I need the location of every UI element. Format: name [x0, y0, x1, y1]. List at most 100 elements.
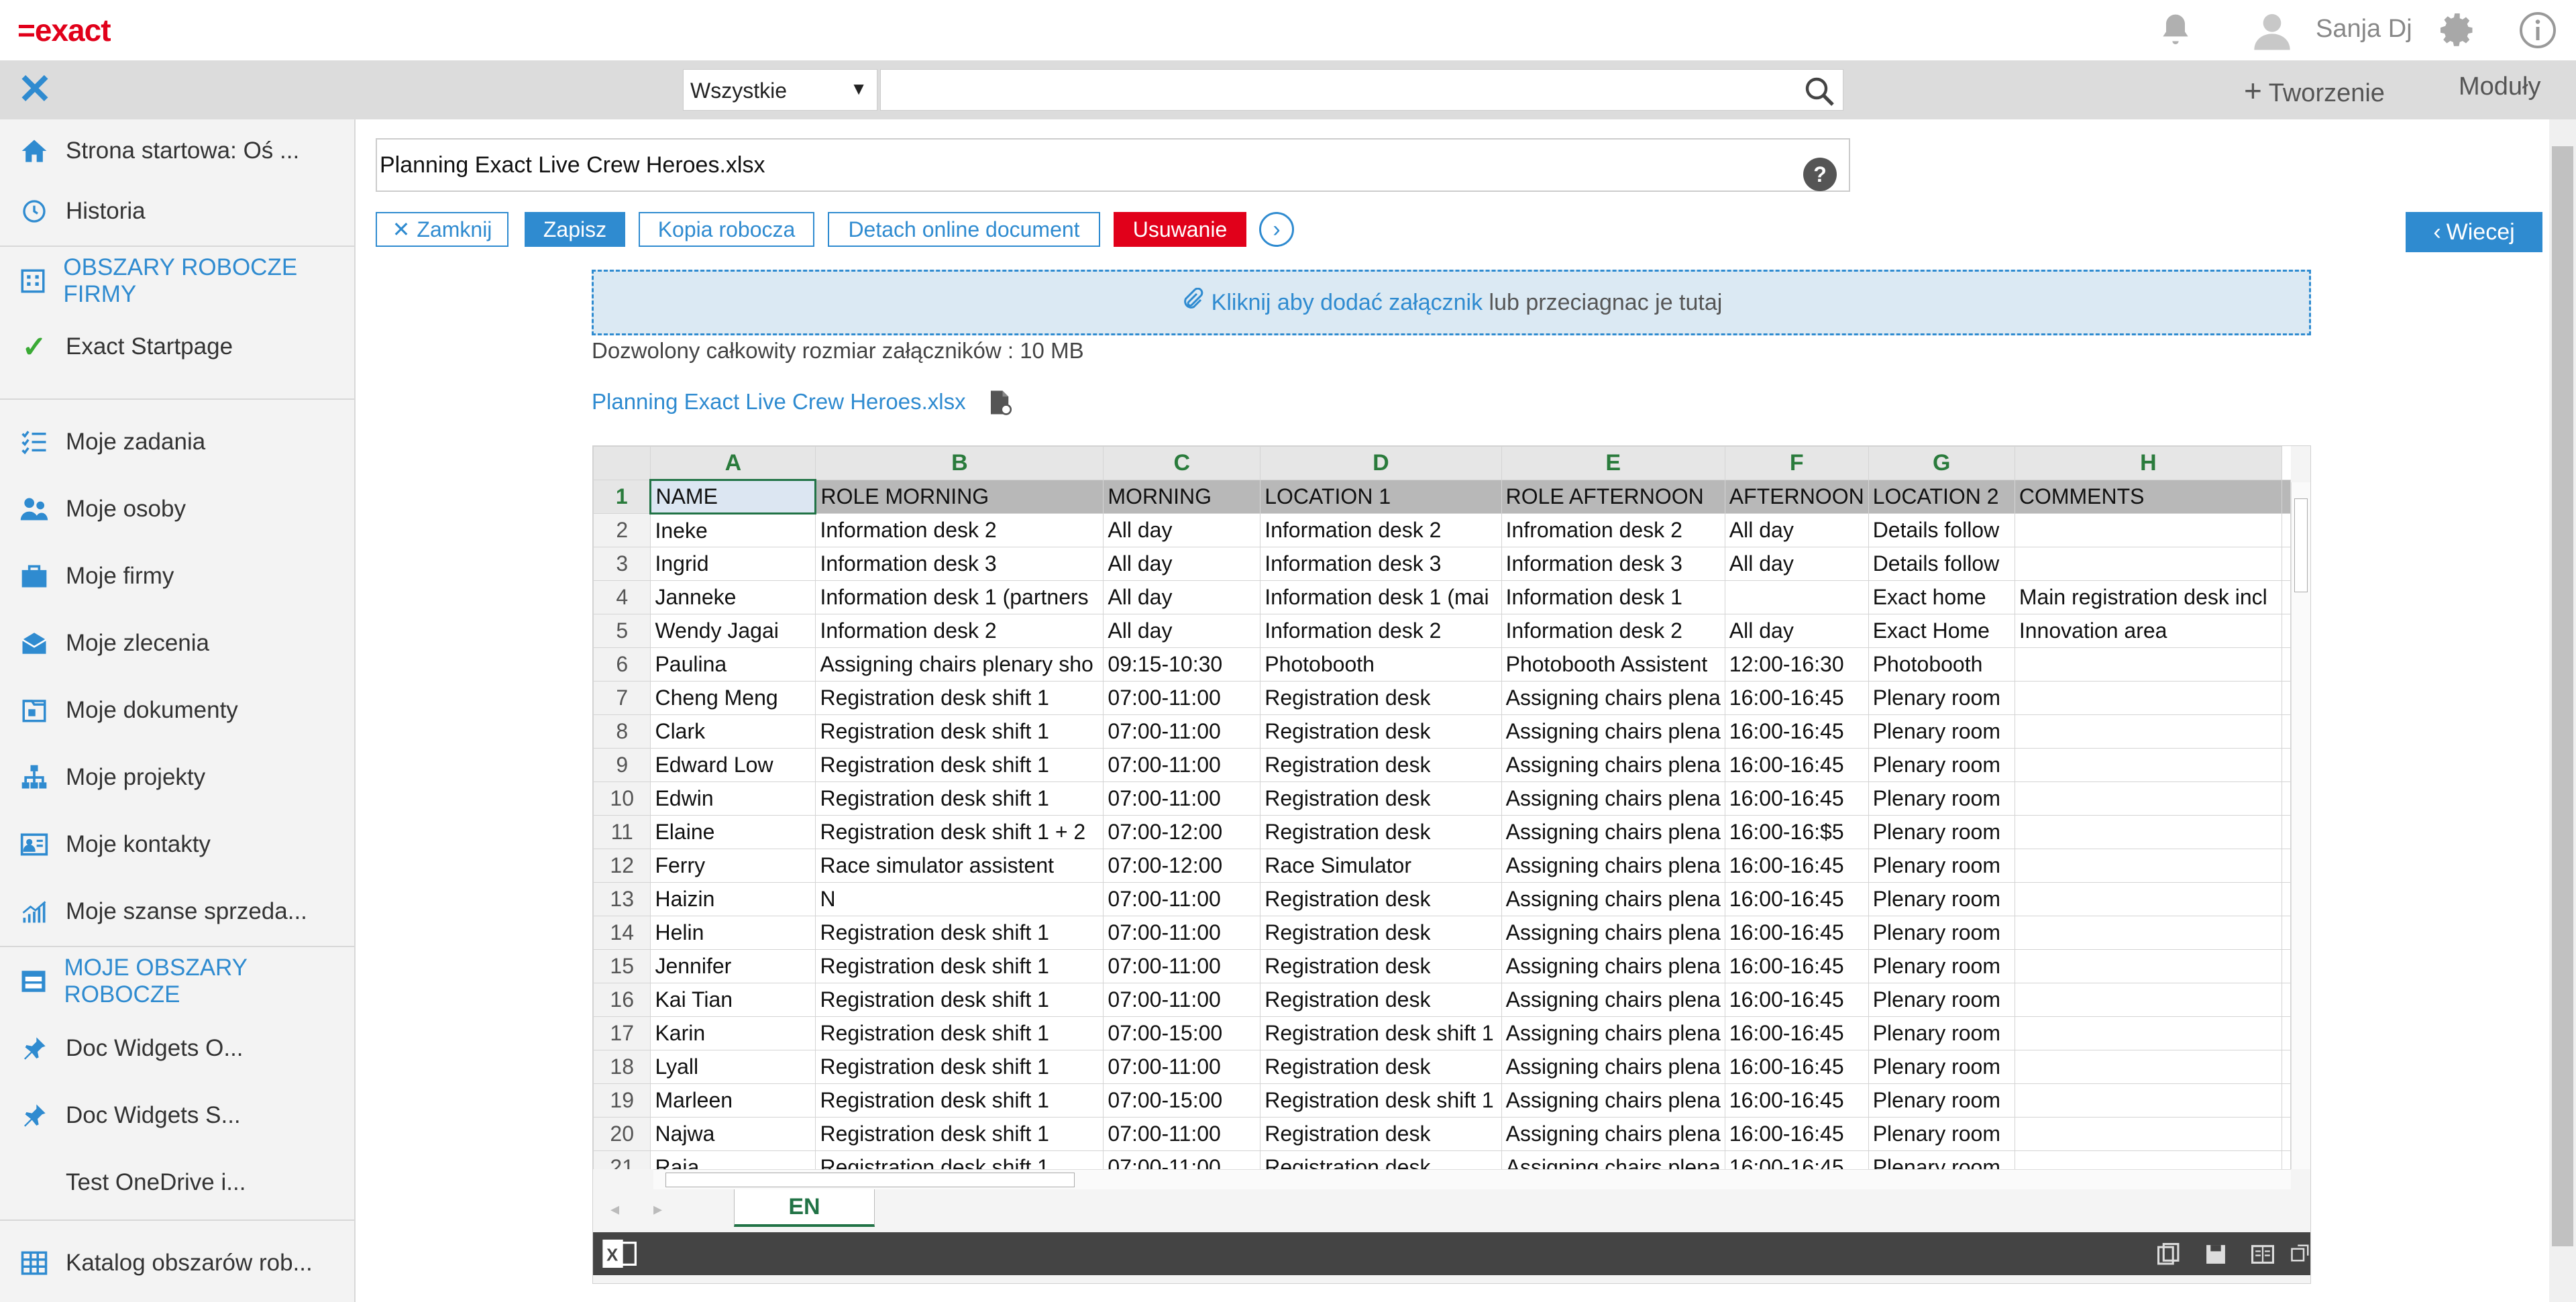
table-cell[interactable]: Registration desk	[1260, 781, 1502, 816]
sidebar-item-doc-widgets-s[interactable]: Doc Widgets S...	[0, 1085, 354, 1146]
table-cell[interactable]: Registration desk shift 1	[815, 916, 1104, 950]
table-cell-empty[interactable]	[2282, 781, 2291, 816]
table-cell[interactable]: LOCATION 1	[1260, 480, 1502, 514]
sidebar-item-exact-startpage[interactable]: ✓ Exact Startpage	[0, 317, 354, 377]
table-cell[interactable]: All day	[1103, 580, 1261, 614]
table-cell[interactable]: Raja	[650, 1150, 816, 1169]
spreadsheet-grid[interactable]: A B C D E F G H 1 NAME ROLE MORNING MORNING…	[593, 446, 2291, 1169]
table-cell-empty[interactable]	[2282, 983, 2291, 1017]
vertical-scrollbar[interactable]	[2291, 482, 2310, 1169]
row-header[interactable]: 14	[593, 916, 651, 950]
table-cell[interactable]: 16:00-16:45	[1724, 882, 1869, 916]
table-cell[interactable]: Ineke	[650, 513, 816, 547]
table-cell[interactable]: Haizin	[650, 882, 816, 916]
table-cell[interactable]: Assigning chairs plena	[1501, 681, 1725, 715]
close-button[interactable]: ✕ Zamknij	[376, 212, 508, 247]
save-copy-icon[interactable]	[2203, 1243, 2229, 1266]
row-header[interactable]: 10	[593, 781, 651, 816]
select-all-corner[interactable]	[593, 446, 651, 480]
table-cell[interactable]: 16:00-16:$5	[1724, 815, 1869, 849]
table-cell[interactable]: Information desk 1 (partners	[815, 580, 1104, 614]
table-cell[interactable]: Assigning chairs plena	[1501, 1083, 1725, 1118]
table-cell[interactable]: 16:00-16:45	[1724, 849, 1869, 883]
scroll-thumb[interactable]	[2294, 498, 2308, 592]
table-cell[interactable]: Information desk 3	[1260, 547, 1502, 581]
row-header[interactable]: 21	[593, 1150, 651, 1169]
table-cell[interactable]: Race simulator assistent	[815, 849, 1104, 883]
detach-document-button[interactable]: Detach online document	[828, 212, 1100, 247]
table-cell[interactable]: Edwin	[650, 781, 816, 816]
table-cell[interactable]: 07:00-11:00	[1103, 1150, 1261, 1169]
search-input[interactable]	[880, 69, 1843, 111]
create-button[interactable]: + Tworzenie	[2244, 72, 2385, 109]
table-cell[interactable]: Assigning chairs plena	[1501, 849, 1725, 883]
sidebar-item-history[interactable]: Historia	[0, 181, 354, 241]
table-cell[interactable]: Innovation area	[2014, 614, 2283, 648]
table-cell[interactable]: 16:00-16:45	[1724, 714, 1869, 749]
row-header[interactable]: 3	[593, 547, 651, 581]
table-cell[interactable]: Plenary room	[1868, 983, 2015, 1017]
row-header[interactable]: 13	[593, 882, 651, 916]
gear-icon[interactable]	[2434, 7, 2481, 54]
table-cell[interactable]: 07:00-11:00	[1103, 714, 1261, 749]
table-cell[interactable]: 07:00-11:00	[1103, 748, 1261, 782]
table-cell[interactable]: Plenary room	[1868, 781, 2015, 816]
table-cell[interactable]: Assigning chairs plenary sho	[815, 647, 1104, 682]
table-cell[interactable]: Plenary room	[1868, 714, 2015, 749]
help-icon[interactable]: ?	[1803, 158, 1837, 191]
table-cell[interactable]	[2014, 681, 2283, 715]
exact-logo[interactable]: =exact	[17, 12, 111, 48]
column-header[interactable]: F	[1724, 446, 1869, 480]
table-cell[interactable]: 07:00-15:00	[1103, 1083, 1261, 1118]
search-filter-select[interactable]: Wszystkie ▼	[683, 69, 877, 111]
table-cell[interactable]: Assigning chairs plena	[1501, 748, 1725, 782]
table-cell[interactable]	[2014, 714, 2283, 749]
table-cell[interactable]: Registration desk shift 1	[815, 714, 1104, 749]
row-header[interactable]: 7	[593, 681, 651, 715]
table-cell[interactable]: Registration desk	[1260, 1117, 1502, 1151]
table-cell[interactable]	[2014, 647, 2283, 682]
table-cell[interactable]: Plenary room	[1868, 849, 2015, 883]
table-cell[interactable]: Photobooth	[1868, 647, 2015, 682]
table-cell[interactable]: 07:00-11:00	[1103, 1117, 1261, 1151]
sidebar-item-companies[interactable]: Moje firmy	[0, 546, 354, 606]
table-cell[interactable]: Registration desk shift 1	[815, 949, 1104, 983]
bell-icon[interactable]	[2152, 7, 2199, 54]
table-cell[interactable]: Registration desk	[1260, 949, 1502, 983]
info-icon[interactable]	[2514, 7, 2561, 54]
column-header[interactable]: G	[1868, 446, 2015, 480]
table-cell-empty[interactable]	[2282, 849, 2291, 883]
table-cell[interactable]	[2014, 949, 2283, 983]
table-cell[interactable]: Assigning chairs plena	[1501, 882, 1725, 916]
table-cell[interactable]: Assigning chairs plena	[1501, 1050, 1725, 1084]
table-cell[interactable]: Registration desk	[1260, 916, 1502, 950]
modules-button[interactable]: Moduły	[2459, 72, 2541, 101]
table-cell-empty[interactable]	[2282, 748, 2291, 782]
table-cell[interactable]: Details follow	[1868, 513, 2015, 547]
column-header[interactable]: C	[1103, 446, 1261, 480]
table-cell[interactable]: All day	[1103, 547, 1261, 581]
table-cell[interactable]: 16:00-16:45	[1724, 1117, 1869, 1151]
table-cell[interactable]: COMMENTS	[2014, 480, 2283, 514]
table-cell[interactable]: Assigning chairs plena	[1501, 949, 1725, 983]
table-cell[interactable]: Plenary room	[1868, 1016, 2015, 1050]
table-cell[interactable]: Plenary room	[1868, 949, 2015, 983]
row-header[interactable]: 12	[593, 849, 651, 883]
table-cell[interactable]: Registration desk shift 1	[815, 748, 1104, 782]
table-cell-empty[interactable]	[2282, 882, 2291, 916]
table-cell-empty[interactable]	[2282, 681, 2291, 715]
table-cell[interactable]	[2014, 1150, 2283, 1169]
table-cell[interactable]: 16:00-16:45	[1724, 781, 1869, 816]
table-cell[interactable]: Registration desk shift 1	[815, 1117, 1104, 1151]
table-cell-empty[interactable]	[2282, 1050, 2291, 1084]
table-cell-empty[interactable]	[2282, 513, 2291, 547]
row-header[interactable]: 2	[593, 513, 651, 547]
table-cell[interactable]: Marleen	[650, 1083, 816, 1118]
table-cell[interactable]: Cheng Meng	[650, 681, 816, 715]
draft-copy-button[interactable]: Kopia robocza	[639, 212, 814, 247]
table-cell[interactable]	[2014, 849, 2283, 883]
sidebar-section-my-workspaces[interactable]: MOJE OBSZARY ROBOCZE	[0, 951, 354, 1012]
table-cell[interactable]	[2014, 1016, 2283, 1050]
table-cell[interactable]: Plenary room	[1868, 916, 2015, 950]
table-cell[interactable]: Registration desk	[1260, 882, 1502, 916]
